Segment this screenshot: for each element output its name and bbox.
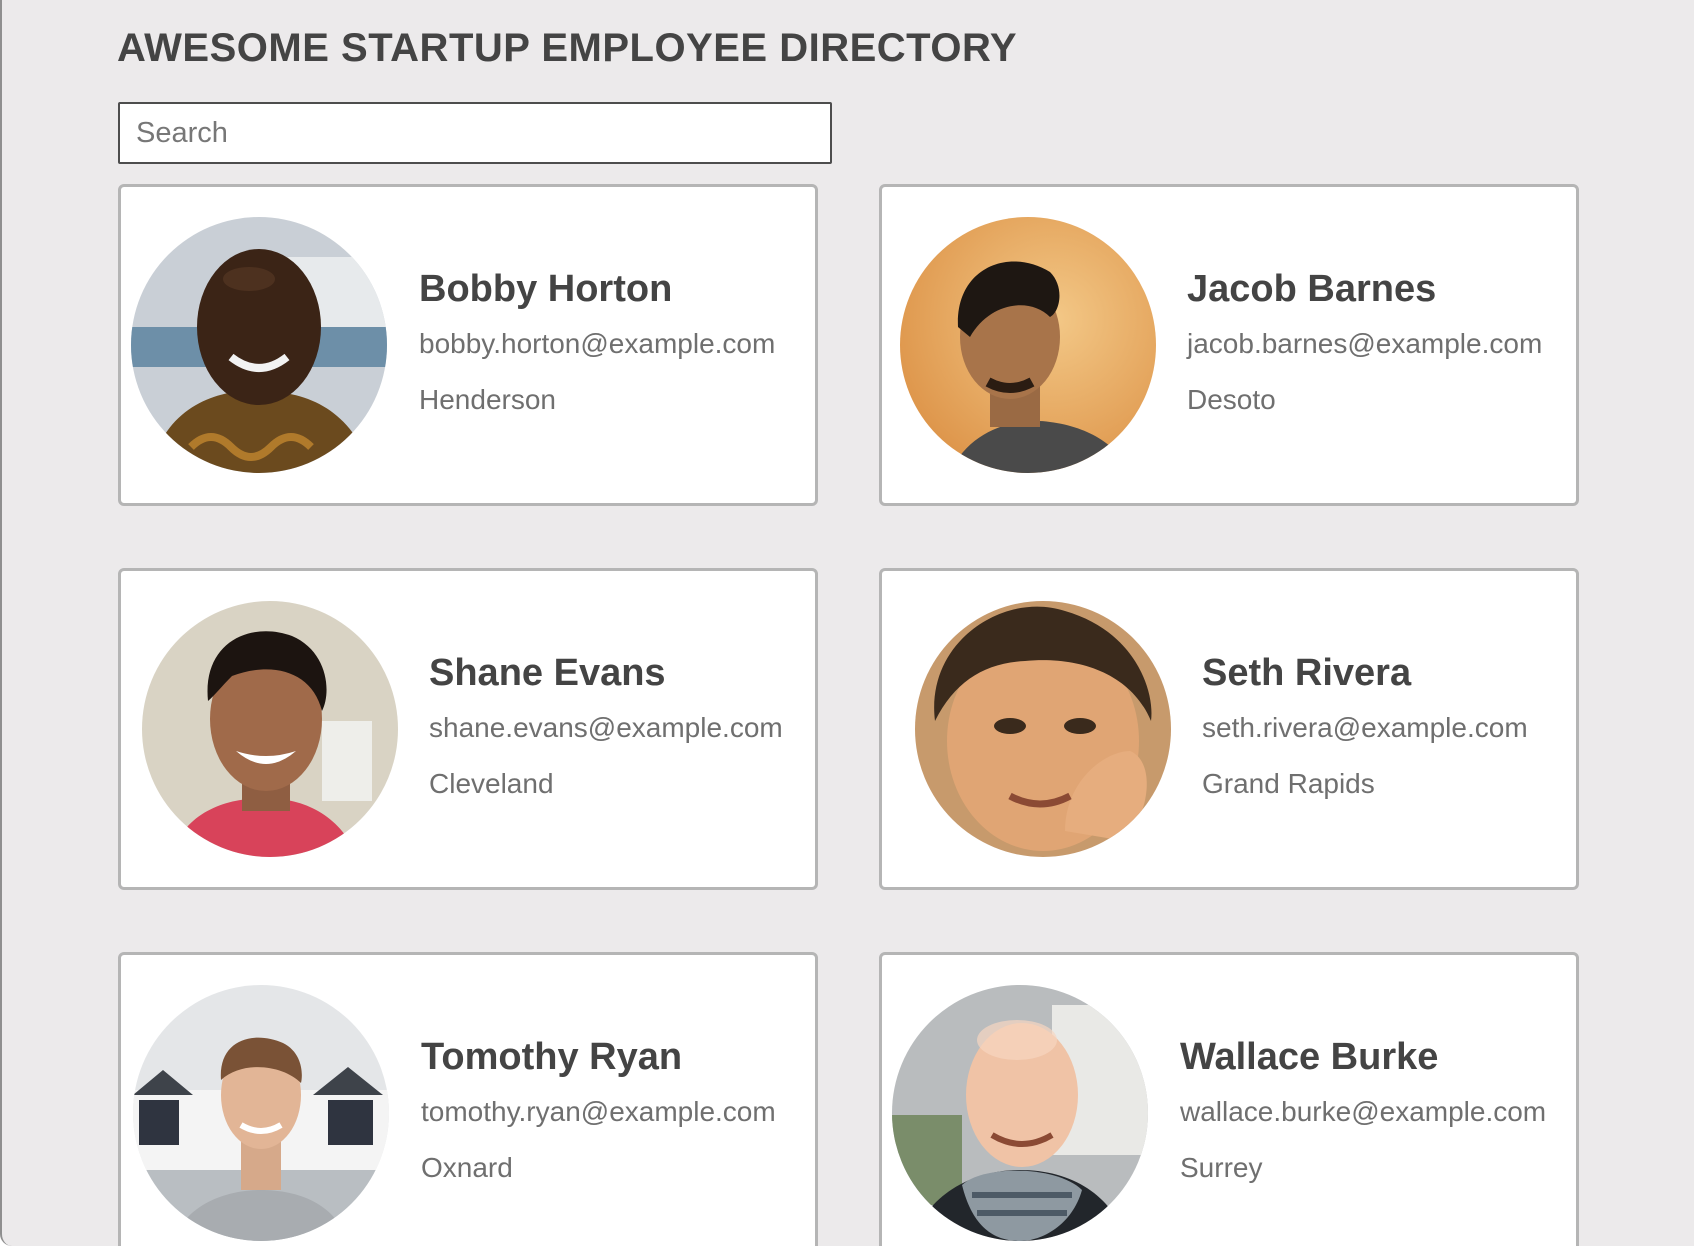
employee-card[interactable]: Seth Rivera seth.rivera@example.com Gran…: [879, 568, 1579, 890]
employee-city: Desoto: [1187, 384, 1276, 415]
page-title: AWESOME STARTUP EMPLOYEE DIRECTORY: [117, 26, 1018, 70]
employee-email: seth.rivera@example.com: [1202, 712, 1528, 743]
employee-email: shane.evans@example.com: [429, 712, 783, 743]
employee-info: Tomothy Ryan tomothy.ryan@example.com Ox…: [421, 1035, 809, 1185]
employee-card[interactable]: Shane Evans shane.evans@example.com Clev…: [118, 568, 818, 890]
employee-email: tomothy.ryan@example.com: [421, 1096, 776, 1127]
employee-card[interactable]: Jacob Barnes jacob.barnes@example.com De…: [879, 184, 1579, 506]
employee-info: Shane Evans shane.evans@example.com Clev…: [429, 651, 809, 801]
employee-card[interactable]: Bobby Horton bobby.horton@example.com He…: [118, 184, 818, 506]
employee-name: Wallace Burke: [1180, 1036, 1439, 1078]
employee-avatar: [915, 601, 1171, 857]
employee-email: bobby.horton@example.com: [419, 328, 776, 359]
employee-card[interactable]: Wallace Burke wallace.burke@example.com …: [879, 952, 1579, 1246]
search-input[interactable]: [118, 102, 832, 164]
employee-name: Bobby Horton: [419, 268, 673, 310]
employee-city: Henderson: [419, 384, 556, 415]
employee-city: Oxnard: [421, 1152, 513, 1183]
employee-name: Jacob Barnes: [1187, 268, 1437, 310]
employee-name: Shane Evans: [429, 652, 666, 694]
employee-info: Bobby Horton bobby.horton@example.com He…: [419, 267, 809, 417]
employee-info: Jacob Barnes jacob.barnes@example.com De…: [1187, 267, 1570, 417]
employee-name: Tomothy Ryan: [421, 1036, 683, 1078]
employee-city: Grand Rapids: [1202, 768, 1375, 799]
employee-email: wallace.burke@example.com: [1180, 1096, 1547, 1127]
employee-avatar: [131, 217, 387, 473]
employee-avatar: [900, 217, 1156, 473]
app-window: AWESOME STARTUP EMPLOYEE DIRECTORY Bobby…: [0, 0, 1694, 1246]
employee-avatar: [142, 601, 398, 857]
employee-city: Surrey: [1180, 1152, 1263, 1183]
employee-avatar: [133, 985, 389, 1241]
employee-avatar: [892, 985, 1148, 1241]
employee-city: Cleveland: [429, 768, 554, 799]
employee-name: Seth Rivera: [1202, 652, 1412, 694]
employee-email: jacob.barnes@example.com: [1187, 328, 1543, 359]
employee-info: Wallace Burke wallace.burke@example.com …: [1180, 1035, 1570, 1185]
employee-info: Seth Rivera seth.rivera@example.com Gran…: [1202, 651, 1570, 801]
employee-card[interactable]: Tomothy Ryan tomothy.ryan@example.com Ox…: [118, 952, 818, 1246]
